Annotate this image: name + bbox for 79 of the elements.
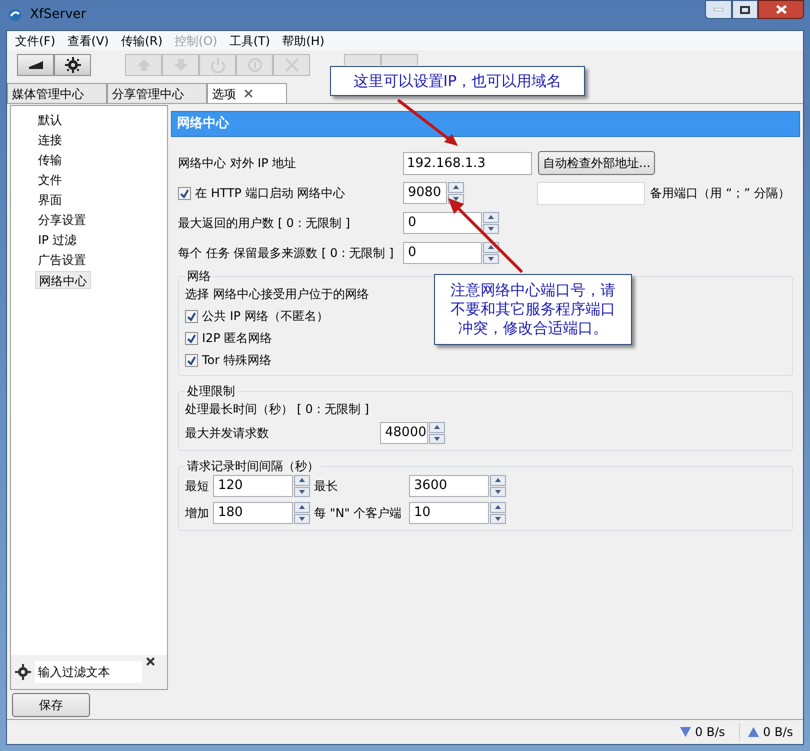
- number-field[interactable]: 0: [403, 242, 482, 264]
- download-rate: 0 B/s: [695, 724, 726, 741]
- sidebar-item[interactable]: 默认: [35, 111, 65, 129]
- field-label: 增加: [185, 505, 210, 522]
- sidebar-item[interactable]: IP 过滤: [35, 231, 80, 249]
- number-field[interactable]: 48000: [380, 422, 428, 444]
- close-tab-icon[interactable]: [244, 89, 253, 98]
- sidebar-item[interactable]: 网络中心: [35, 271, 91, 289]
- field-label: 最长: [314, 478, 339, 495]
- download-icon: [680, 727, 692, 737]
- upload-icon: [748, 727, 760, 737]
- callout: 注意网络中心端口号，请不要和其它服务程序端口冲突，修改合适端口。: [434, 274, 632, 345]
- spinner-buttons[interactable]: [490, 502, 506, 524]
- field-label: 处理最长时间（秒） [ 0 : 无限制 ]: [185, 401, 370, 418]
- group-title: 请求记录时间间隔（秒）: [186, 458, 320, 475]
- maximize-icon: [740, 6, 750, 14]
- sidebar-item[interactable]: 传输: [35, 151, 65, 169]
- field-label: 每个 任务 保留最多来源数 [ 0 : 无限制 ]: [178, 245, 395, 262]
- checkbox[interactable]: [185, 310, 198, 322]
- close-icon: [776, 5, 786, 14]
- spinner-buttons[interactable]: [490, 475, 506, 497]
- menu-item[interactable]: 帮助(H): [276, 32, 330, 50]
- tab[interactable]: 媒体管理中心: [7, 83, 107, 103]
- close-button[interactable]: [758, 0, 804, 19]
- spinner-buttons[interactable]: [483, 212, 499, 234]
- save-button[interactable]: 保存: [12, 692, 90, 716]
- spinner-buttons[interactable]: [294, 475, 310, 497]
- field-label: 网络中心 对外 IP 地址: [178, 155, 298, 172]
- toolbar-button[interactable]: [54, 54, 91, 76]
- ip-field[interactable]: 192.168.1.3: [403, 152, 532, 174]
- auto-detect-button[interactable]: 自动检查外部地址...: [538, 151, 656, 175]
- field-label: 最大并发请求数: [185, 425, 270, 442]
- section-header: 网络中心: [171, 111, 800, 137]
- checkbox[interactable]: [178, 186, 191, 200]
- spinner-buttons[interactable]: [429, 422, 445, 444]
- clear-icon[interactable]: [146, 657, 155, 666]
- callout-arrow: [396, 98, 460, 148]
- sidebar-item[interactable]: 广告设置: [35, 251, 89, 269]
- menu-item[interactable]: 查看(V): [61, 32, 115, 50]
- number-field[interactable]: 10: [409, 502, 489, 524]
- spinner-buttons[interactable]: [483, 242, 499, 264]
- sidebar-item[interactable]: 界面: [35, 191, 65, 209]
- group-title: 处理限制: [186, 383, 236, 400]
- checkbox-label: Tor 特殊网络: [202, 352, 272, 369]
- tab[interactable]: 选项: [207, 83, 287, 103]
- field-label: 备用端口（用 “；” 分隔）: [650, 185, 790, 202]
- filter-field[interactable]: 输入过滤文本: [35, 661, 142, 683]
- sidebar-item[interactable]: 分享设置: [35, 211, 89, 229]
- maximize-button[interactable]: [732, 0, 758, 19]
- app-icon: [8, 8, 22, 22]
- alt-port-field[interactable]: [537, 182, 645, 204]
- group-description: 选择 网络中心接受用户位于的网络: [185, 286, 369, 303]
- toolbar-button[interactable]: [17, 54, 54, 76]
- field-label: 最大返回的用户数 [ 0 : 无限制 ]: [178, 215, 352, 232]
- checkbox-label: I2P 匿名网络: [202, 330, 272, 347]
- checkbox-label: 在 HTTP 端口启动 网络中心: [195, 185, 346, 202]
- number-field[interactable]: 180: [213, 502, 293, 524]
- sidebar-item[interactable]: 文件: [35, 171, 65, 189]
- group-title: 网络: [186, 268, 212, 285]
- checkbox[interactable]: [185, 354, 198, 366]
- number-field[interactable]: 120: [213, 475, 293, 497]
- window-title: XfServer: [30, 6, 86, 24]
- checkbox[interactable]: [185, 332, 198, 344]
- minimize-icon: [714, 8, 723, 11]
- menu-item[interactable]: 传输(R): [114, 32, 169, 50]
- minimize-button[interactable]: [705, 0, 732, 19]
- checkbox-label: 公共 IP 网络（不匿名）: [202, 308, 328, 325]
- tab[interactable]: 分享管理中心: [107, 83, 207, 103]
- menu-item[interactable]: 工具(T): [223, 32, 276, 50]
- number-field[interactable]: 3600: [409, 475, 489, 497]
- upload-rate: 0 B/s: [763, 724, 793, 741]
- number-field[interactable]: 9080: [403, 182, 447, 204]
- field-label: 最短: [185, 478, 210, 495]
- spinner-buttons[interactable]: [294, 502, 310, 524]
- number-field[interactable]: 0: [403, 212, 482, 234]
- sidebar-item[interactable]: 连接: [35, 131, 65, 149]
- menu-item[interactable]: 文件(F): [9, 32, 62, 50]
- callout: 这里可以设置IP，也可以用域名: [330, 66, 585, 96]
- field-label: 每 "N" 个客户端: [314, 505, 403, 522]
